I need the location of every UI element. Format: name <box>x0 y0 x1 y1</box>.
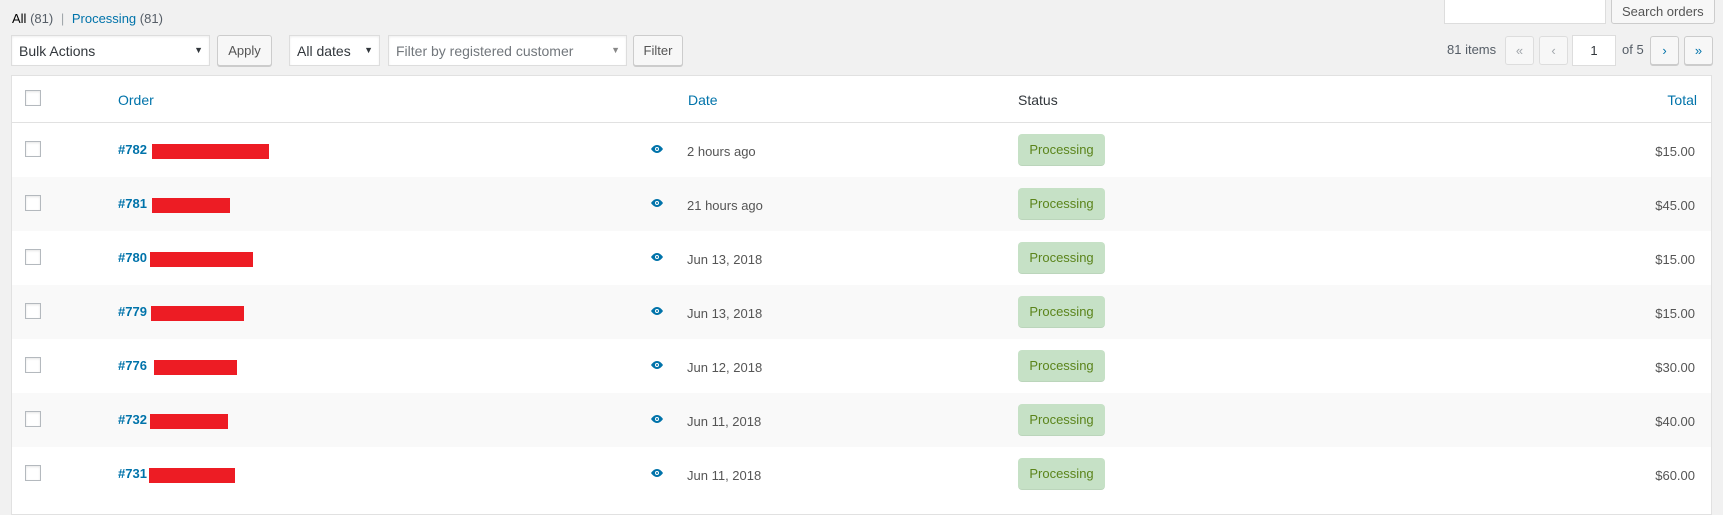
table-row[interactable]: #780 Jun 13, 2018 Processing $15.00 <box>12 231 1711 285</box>
apply-button[interactable]: Apply <box>217 35 272 66</box>
eye-icon[interactable] <box>650 144 664 154</box>
status-column-header: Status <box>1018 92 1058 108</box>
table-row[interactable]: #776 Jun 12, 2018 Processing $30.00 <box>12 339 1711 393</box>
order-date: Jun 12, 2018 <box>687 360 763 375</box>
redacted-customer-name <box>154 360 237 375</box>
row-checkbox[interactable] <box>25 303 41 319</box>
total-column-header[interactable]: Total <box>1667 92 1697 108</box>
order-date: Jun 13, 2018 <box>687 252 763 267</box>
order-total: $15.00 <box>1655 306 1695 321</box>
date-column-header[interactable]: Date <box>688 92 718 108</box>
table-row[interactable]: #779 Jun 13, 2018 Processing $15.00 <box>12 285 1711 339</box>
status-badge: Processing <box>1018 242 1105 274</box>
order-total: $15.00 <box>1655 252 1695 267</box>
order-link[interactable]: #731 <box>118 466 147 481</box>
customer-filter-placeholder: Filter by registered customer <box>396 42 574 59</box>
select-all-checkbox[interactable] <box>25 90 41 106</box>
redacted-customer-name <box>152 198 230 213</box>
search-orders-input[interactable] <box>1444 0 1606 24</box>
caret-down-icon: ▼ <box>194 45 203 55</box>
row-checkbox[interactable] <box>25 357 41 373</box>
order-link[interactable]: #779 <box>118 304 147 319</box>
order-date: 21 hours ago <box>687 198 763 213</box>
status-badge: Processing <box>1018 458 1105 490</box>
table-header: Order Date Status Total <box>12 76 1711 123</box>
items-count: 81 items <box>1447 42 1497 57</box>
search-orders-button[interactable]: Search orders <box>1611 0 1715 24</box>
current-page-input[interactable]: 1 <box>1572 35 1616 66</box>
customer-filter-select[interactable]: Filter by registered customer ▼ <box>388 35 627 66</box>
order-date: Jun 11, 2018 <box>687 414 762 429</box>
redacted-customer-name <box>152 144 269 159</box>
order-total: $45.00 <box>1655 198 1695 213</box>
order-link[interactable]: #776 <box>118 358 147 373</box>
row-checkbox[interactable] <box>25 141 41 157</box>
status-badge: Processing <box>1018 350 1105 382</box>
order-date: Jun 11, 2018 <box>687 468 762 483</box>
order-total: $30.00 <box>1655 360 1695 375</box>
status-badge: Processing <box>1018 134 1105 166</box>
row-checkbox[interactable] <box>25 195 41 211</box>
row-checkbox[interactable] <box>25 411 41 427</box>
eye-icon[interactable] <box>650 468 664 478</box>
redacted-customer-name <box>149 468 235 483</box>
caret-down-icon: ▼ <box>611 45 620 55</box>
redacted-customer-name <box>150 414 228 429</box>
order-total: $60.00 <box>1655 468 1695 483</box>
redacted-customer-name <box>150 252 253 267</box>
order-date: 2 hours ago <box>687 144 756 159</box>
date-filter-value: All dates <box>297 42 351 59</box>
eye-icon[interactable] <box>650 198 664 208</box>
bulk-actions-select[interactable]: Bulk Actions ▼ <box>11 35 210 66</box>
table-row[interactable]: #731 Jun 11, 2018 Processing $60.00 <box>12 447 1711 501</box>
status-badge: Processing <box>1018 404 1105 436</box>
next-page-button[interactable]: › <box>1650 36 1679 65</box>
order-column-header[interactable]: Order <box>118 92 154 108</box>
order-total: $40.00 <box>1655 414 1695 429</box>
date-filter-select[interactable]: All dates ▼ <box>289 35 380 66</box>
order-total: $15.00 <box>1655 144 1695 159</box>
status-badge: Processing <box>1018 296 1105 328</box>
view-all-link[interactable]: All <box>12 11 26 26</box>
redacted-customer-name <box>151 306 244 321</box>
order-link[interactable]: #780 <box>118 250 147 265</box>
eye-icon[interactable] <box>650 252 664 262</box>
table-row[interactable]: #732 Jun 11, 2018 Processing $40.00 <box>12 393 1711 447</box>
order-link[interactable]: #782 <box>118 142 147 157</box>
prev-page-button: ‹ <box>1539 36 1568 65</box>
status-badge: Processing <box>1018 188 1105 220</box>
separator: | <box>60 11 65 26</box>
row-checkbox[interactable] <box>25 249 41 265</box>
order-link[interactable]: #781 <box>118 196 147 211</box>
row-checkbox[interactable] <box>25 465 41 481</box>
filter-button[interactable]: Filter <box>633 35 683 66</box>
caret-down-icon: ▼ <box>364 45 373 55</box>
order-date: Jun 13, 2018 <box>687 306 763 321</box>
eye-icon[interactable] <box>650 306 664 316</box>
order-status-views: All (81) | Processing (81) <box>12 11 163 26</box>
table-row[interactable]: #781 21 hours ago Processing $45.00 <box>12 177 1711 231</box>
last-page-button[interactable]: » <box>1684 36 1713 65</box>
view-processing-count: (81) <box>139 11 163 26</box>
orders-table: Order Date Status Total #782 2 hours ago… <box>11 75 1712 515</box>
total-pages: of 5 <box>1622 42 1644 57</box>
bulk-actions-value: Bulk Actions <box>19 42 96 59</box>
view-processing-link[interactable]: Processing <box>72 11 136 26</box>
order-link[interactable]: #732 <box>118 412 147 427</box>
eye-icon[interactable] <box>650 360 664 370</box>
table-row[interactable]: #782 2 hours ago Processing $15.00 <box>12 123 1711 177</box>
view-all-count: (81) <box>30 11 54 26</box>
eye-icon[interactable] <box>650 414 664 424</box>
first-page-button: « <box>1505 36 1534 65</box>
